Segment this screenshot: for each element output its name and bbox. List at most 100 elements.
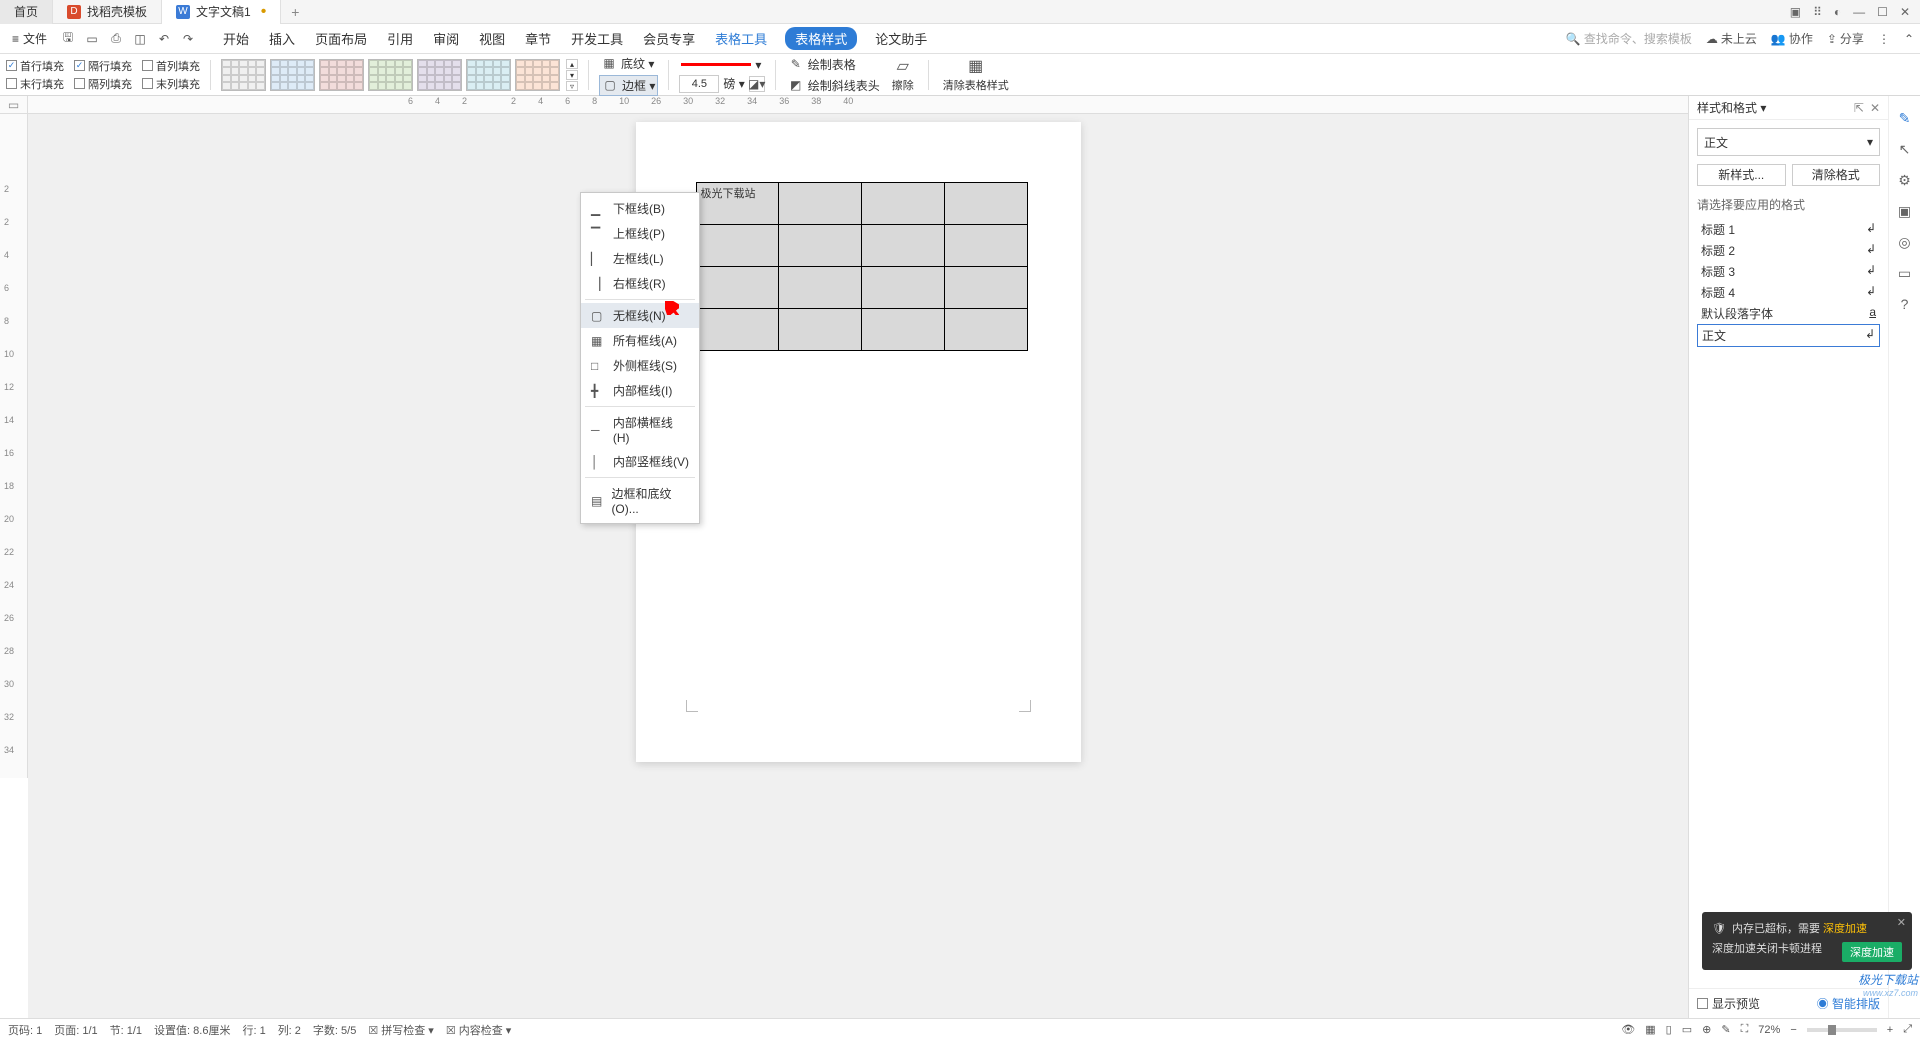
menu-inside-v-border[interactable]: │内部竖框线(V)	[581, 449, 699, 474]
fullscreen-icon[interactable]: ⤢	[1903, 1023, 1912, 1036]
ribbon-tab-view[interactable]: 视图	[477, 27, 507, 50]
document-table[interactable]: 极光下载站	[696, 182, 1028, 351]
tab-home[interactable]: 首页	[0, 0, 53, 24]
table-style-teal[interactable]	[466, 59, 511, 91]
status-spellcheck[interactable]: ☒ 拼写检查 ▾	[368, 1022, 434, 1038]
chk-banded-row[interactable]: ✓隔行填充	[74, 58, 132, 74]
menu-all-border[interactable]: ▦所有框线(A)	[581, 328, 699, 353]
panel-pin-icon[interactable]: ⇱	[1854, 101, 1864, 115]
clear-style-button[interactable]: ▦清除表格样式	[939, 56, 1013, 93]
view-eye-icon[interactable]: 👁	[1621, 1023, 1635, 1036]
table-cell[interactable]	[862, 267, 945, 309]
collapse-ribbon-icon[interactable]: ⌃	[1904, 32, 1914, 46]
table-cell[interactable]	[696, 267, 779, 309]
status-page-count[interactable]: 页面: 1/1	[54, 1022, 97, 1038]
table-cell[interactable]	[862, 225, 945, 267]
new-style-button[interactable]: 新样式...	[1697, 164, 1786, 186]
view-web-icon[interactable]: ▭	[1682, 1023, 1692, 1036]
view-grid-icon[interactable]: ▦	[1645, 1023, 1655, 1036]
style-item-h3[interactable]: 标题 3↲	[1697, 261, 1880, 282]
rb-target-icon[interactable]: ◎	[1898, 234, 1910, 251]
rb-style-icon[interactable]: ✎	[1899, 110, 1911, 127]
minimize-icon[interactable]: —	[1853, 5, 1865, 19]
menu-inside-h-border[interactable]: ─内部横框线(H)	[581, 410, 699, 449]
status-col[interactable]: 列: 2	[278, 1022, 301, 1038]
table-cell[interactable]	[944, 225, 1027, 267]
table-style-purple[interactable]	[417, 59, 462, 91]
zoom-value[interactable]: 72%	[1758, 1024, 1780, 1036]
menu-right-border[interactable]: ▕右框线(R)	[581, 271, 699, 296]
table-cell[interactable]: 极光下载站	[696, 183, 779, 225]
draw-table-button[interactable]: ✎绘制表格	[786, 55, 882, 74]
tab-add-button[interactable]: +	[281, 4, 309, 20]
menu-borders-shading[interactable]: ▤边框和底纹(O)...	[581, 481, 699, 520]
apps-icon[interactable]: ⠿	[1813, 5, 1822, 19]
zoom-out-icon[interactable]: −	[1790, 1024, 1796, 1036]
zoom-fit-icon[interactable]: ⛶	[1741, 1023, 1749, 1036]
menu-inside-border[interactable]: ╋内部框线(I)	[581, 378, 699, 403]
status-section[interactable]: 节: 1/1	[110, 1022, 142, 1038]
ribbon-tab-start[interactable]: 开始	[221, 27, 251, 50]
style-item-h1[interactable]: 标题 1↲	[1697, 219, 1880, 240]
rb-settings-icon[interactable]: ⚙	[1898, 172, 1911, 189]
view-read-icon[interactable]: ✎	[1721, 1023, 1730, 1036]
preview-icon[interactable]: ◫	[131, 30, 149, 48]
table-cell[interactable]	[779, 225, 862, 267]
border-unit-dropdown[interactable]: 磅 ▾	[723, 75, 744, 92]
status-row[interactable]: 行: 1	[242, 1022, 265, 1038]
ribbon-tab-review[interactable]: 审阅	[431, 27, 461, 50]
border-width-input[interactable]: 4.5	[679, 75, 719, 93]
table-cell[interactable]	[862, 309, 945, 351]
status-page-num[interactable]: 页码: 1	[8, 1022, 42, 1038]
chk-first-col[interactable]: 首列填充	[142, 58, 200, 74]
ribbon-tab-tablestyle[interactable]: 表格样式	[785, 27, 857, 50]
ribbon-tab-tabletools[interactable]: 表格工具	[713, 27, 769, 50]
chk-first-row[interactable]: ✓首行填充	[6, 58, 64, 74]
gallery-down-icon[interactable]: ▾	[566, 70, 578, 80]
table-cell[interactable]	[779, 267, 862, 309]
cloud-status[interactable]: ☁ 未上云	[1706, 30, 1757, 47]
ribbon-tab-vip[interactable]: 会员专享	[641, 27, 697, 50]
toast-action-button[interactable]: 深度加速	[1842, 942, 1902, 962]
style-item-default-font[interactable]: 默认段落字体a	[1697, 303, 1880, 324]
ruler-corner[interactable]: ▭	[0, 96, 28, 114]
gallery-more-icon[interactable]: ▿	[566, 81, 578, 91]
maximize-icon[interactable]: ☐	[1877, 5, 1888, 19]
search-commands[interactable]: 🔍 查找命令、搜索模板	[1566, 30, 1692, 47]
shading-dropdown[interactable]: ▦底纹 ▾	[599, 54, 658, 73]
redo-icon[interactable]: ↷	[179, 30, 197, 48]
view-page-icon[interactable]: ▯	[1666, 1023, 1672, 1036]
layout-icon[interactable]: ▣	[1790, 5, 1801, 19]
chk-banded-col[interactable]: 隔列填充	[74, 76, 132, 92]
style-panel-title[interactable]: 样式和格式 ▾	[1697, 99, 1766, 116]
menu-bottom-border[interactable]: ▁下框线(B)	[581, 196, 699, 221]
menu-top-border[interactable]: ▔上框线(P)	[581, 221, 699, 246]
view-outline-icon[interactable]: ⊕	[1702, 1023, 1711, 1036]
coop-button[interactable]: 👥 协作	[1771, 30, 1813, 47]
gallery-up-icon[interactable]: ▴	[566, 59, 578, 69]
chk-last-col[interactable]: 末列填充	[142, 76, 200, 92]
rb-layers-icon[interactable]: ▣	[1898, 203, 1911, 220]
table-styles-gallery[interactable]: ▴ ▾ ▿	[221, 59, 578, 91]
more-icon[interactable]: ⋮	[1878, 32, 1890, 46]
border-color-dropdown[interactable]: ◪▾	[749, 76, 765, 92]
table-cell[interactable]	[862, 183, 945, 225]
ribbon-tab-insert[interactable]: 插入	[267, 27, 297, 50]
share-button[interactable]: ⇪ 分享	[1827, 30, 1864, 47]
clear-format-button[interactable]: 清除格式	[1792, 164, 1881, 186]
table-style-green[interactable]	[368, 59, 413, 91]
table-style-blue[interactable]	[270, 59, 315, 91]
show-preview-checkbox[interactable]	[1697, 998, 1708, 1009]
toast-close-icon[interactable]: ✕	[1897, 916, 1906, 929]
table-cell[interactable]	[779, 309, 862, 351]
zoom-in-icon[interactable]: +	[1887, 1024, 1893, 1036]
save-icon[interactable]: 🖫	[59, 30, 77, 48]
table-cell[interactable]	[944, 309, 1027, 351]
current-style-select[interactable]: 正文 ▾	[1697, 128, 1880, 156]
table-style-gray[interactable]	[221, 59, 266, 91]
draw-diagonal-button[interactable]: ◩绘制斜线表头	[786, 76, 882, 95]
rb-help-icon[interactable]: ?	[1901, 296, 1909, 312]
panel-close-icon[interactable]: ✕	[1870, 101, 1880, 115]
ribbon-tab-layout[interactable]: 页面布局	[313, 27, 369, 50]
table-style-orange[interactable]	[515, 59, 560, 91]
